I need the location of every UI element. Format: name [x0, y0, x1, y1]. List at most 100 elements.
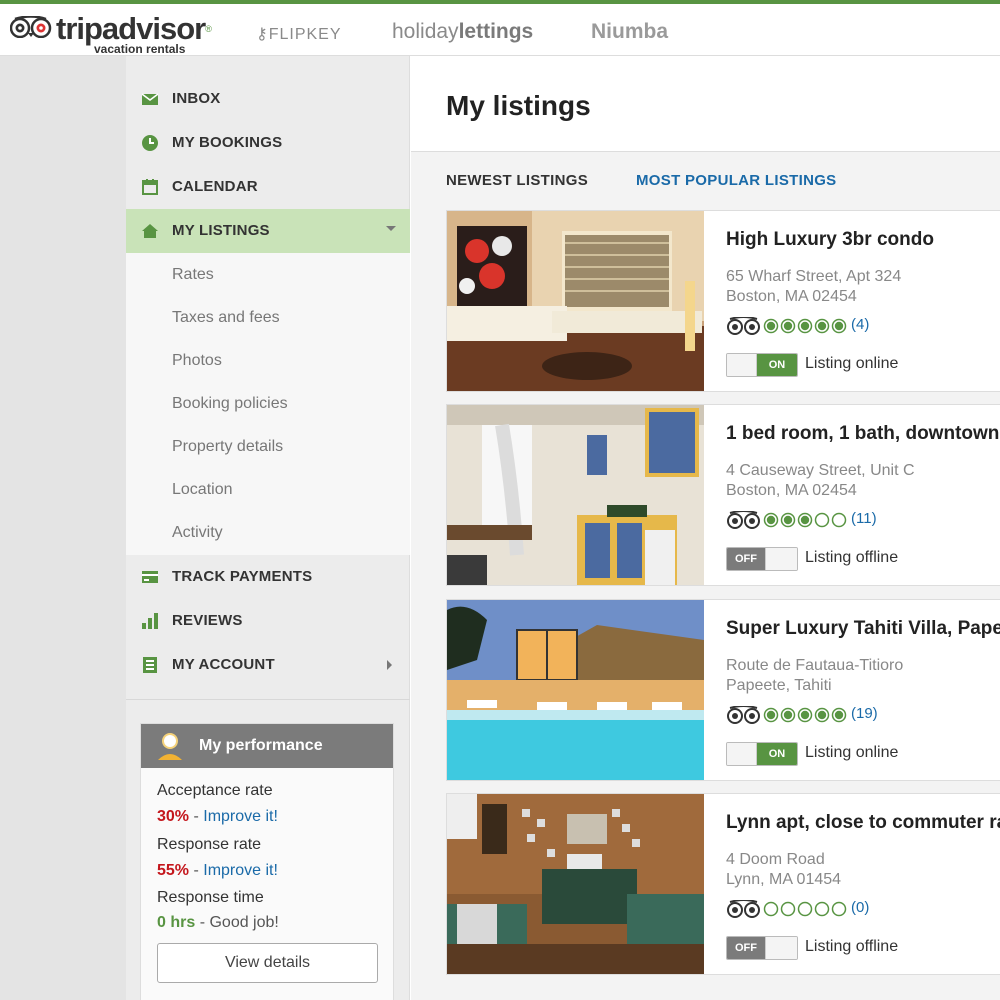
listings-submenu: Rates Taxes and fees Photos Booking poli… — [126, 253, 410, 555]
payment-card-icon — [142, 571, 158, 583]
toggle-knob — [765, 548, 797, 570]
listing-address: Route de Fautaua-Titioro Papeete, Tahiti — [726, 657, 904, 694]
rating-bubble — [831, 512, 847, 528]
toggle-knob — [765, 937, 797, 959]
owl-rating-icon — [727, 511, 760, 529]
sidebar: INBOX MY BOOKINGS CALENDAR MY LISTINGS R… — [126, 56, 410, 1000]
listing-status-toggle[interactable]: ON — [726, 742, 798, 766]
submenu-rates[interactable]: Rates — [172, 266, 214, 284]
submenu-photos[interactable]: Photos — [172, 352, 222, 370]
rating-bubble-fill — [800, 710, 810, 720]
nav-inbox[interactable]: INBOX — [126, 77, 410, 121]
rating-bubble-fill — [800, 515, 810, 525]
tab-newest-listings[interactable]: NEWEST LISTINGS — [446, 172, 588, 189]
submenu-booking-policies[interactable]: Booking policies — [172, 395, 288, 413]
rating-bubble — [763, 901, 779, 917]
owl-logo-icon — [10, 16, 52, 38]
account-list-icon — [143, 657, 157, 673]
brand-tagline: vacation rentals — [94, 42, 186, 56]
rating-bubbles-icon — [763, 512, 847, 528]
listing-title[interactable]: Lynn apt, close to commuter rail — [726, 812, 1000, 834]
acceptance-rate-label: Acceptance rate — [157, 782, 273, 799]
rating-bubble-fill — [834, 710, 844, 720]
owl-rating-icon — [727, 900, 760, 918]
listing-title[interactable]: Super Luxury Tahiti Villa, Papeete — [726, 618, 1000, 640]
review-count-link[interactable]: (11) — [851, 510, 877, 527]
listing-card[interactable]: Super Luxury Tahiti Villa, Papeete Route… — [446, 599, 1000, 781]
response-rate-value: 55% - Improve it! — [157, 862, 278, 879]
toggle-label: ON — [757, 354, 797, 376]
listing-card[interactable]: 1 bed room, 1 bath, downtown 4 Causeway … — [446, 404, 1000, 586]
review-count-link[interactable]: (19) — [851, 705, 878, 722]
home-icon — [142, 224, 158, 238]
tripadvisor-logo[interactable]: tripadvisor® vacation rentals — [10, 10, 212, 56]
submenu-activity[interactable]: Activity — [172, 524, 223, 542]
envelope-icon — [142, 93, 158, 105]
bar-chart-icon — [142, 613, 158, 629]
submenu-taxes-and-fees[interactable]: Taxes and fees — [172, 309, 280, 327]
listing-card[interactable]: Lynn apt, close to commuter rail 4 Doom … — [446, 793, 1000, 975]
key-icon: ⚷ — [256, 26, 269, 43]
nav-my-account[interactable]: MY ACCOUNT — [126, 643, 410, 687]
view-details-button[interactable]: View details — [157, 943, 378, 983]
listing-address: 4 Causeway Street, Unit C Boston, MA 0245… — [726, 462, 915, 499]
performance-panel: My performance Acceptance rate 30% - Imp… — [140, 723, 394, 1000]
review-count-link[interactable]: (4) — [851, 316, 869, 333]
chevron-right-icon — [387, 660, 392, 670]
nav-my-bookings[interactable]: MY BOOKINGS — [126, 121, 410, 165]
niumba-link[interactable]: Niumba — [591, 20, 668, 44]
page-header: My listings — [411, 56, 1000, 152]
rating-bubble-fill — [783, 710, 793, 720]
rating-bubble-fill — [783, 515, 793, 525]
listing-title[interactable]: 1 bed room, 1 bath, downtown — [726, 423, 999, 445]
improve-response-link[interactable]: Improve it! — [203, 862, 278, 879]
owl-rating-icon — [727, 317, 760, 335]
listing-status-toggle[interactable]: OFF — [726, 547, 798, 571]
nav-track-payments[interactable]: TRACK PAYMENTS — [126, 555, 410, 599]
listing-address: 4 Doom Road Lynn, MA 01454 — [726, 851, 842, 888]
clock-icon — [142, 135, 158, 151]
calendar-icon — [142, 179, 158, 195]
listing-status-toggle[interactable]: OFF — [726, 936, 798, 960]
listing-photo[interactable] — [447, 600, 704, 780]
rating-bubble-fill — [766, 321, 776, 331]
listing-photo[interactable] — [447, 405, 704, 585]
rating-bubble-fill — [817, 710, 827, 720]
listing-photo[interactable] — [447, 794, 704, 974]
chevron-down-icon — [386, 226, 396, 231]
listing-status-toggle[interactable]: ON — [726, 353, 798, 377]
response-time-value: 0 hrs - Good job! — [157, 914, 279, 931]
main-content: My listings NEWEST LISTINGS MOST POPULAR… — [411, 56, 1000, 1000]
nav-reviews[interactable]: REVIEWS — [126, 599, 410, 643]
listing-title[interactable]: High Luxury 3br condo — [726, 229, 934, 251]
user-avatar-icon — [158, 733, 182, 760]
holidaylettings-link[interactable]: holidaylettings — [392, 20, 533, 44]
toggle-knob — [727, 743, 757, 765]
response-time-label: Response time — [157, 889, 264, 906]
submenu-property-details[interactable]: Property details — [172, 438, 283, 456]
nav-calendar[interactable]: CALENDAR — [126, 165, 410, 209]
nav-my-listings[interactable]: MY LISTINGS — [126, 209, 410, 253]
review-count-link[interactable]: (0) — [851, 899, 869, 916]
response-rate-label: Response rate — [157, 836, 262, 853]
listing-address: 65 Wharf Street, Apt 324 Boston, MA 02454 — [726, 268, 902, 305]
toggle-label: OFF — [727, 548, 765, 570]
rating-bubble — [797, 901, 813, 917]
submenu-location[interactable]: Location — [172, 481, 233, 499]
improve-acceptance-link[interactable]: Improve it! — [203, 808, 278, 825]
toggle-label: OFF — [727, 937, 765, 959]
flipkey-link[interactable]: ⚷FLIPKEY — [256, 24, 342, 44]
acceptance-rate-value: 30% - Improve it! — [157, 808, 278, 825]
tab-most-popular-listings[interactable]: MOST POPULAR LISTINGS — [636, 172, 836, 189]
listing-card[interactable]: High Luxury 3br condo 65 Wharf Street, A… — [446, 210, 1000, 392]
toggle-knob — [727, 354, 757, 376]
brand-name: tripadvisor® — [56, 11, 212, 46]
left-gutter — [0, 56, 126, 1000]
listing-status-text: Listing online — [805, 744, 899, 761]
listing-photo[interactable] — [447, 211, 704, 391]
rating-bubble — [814, 901, 830, 917]
rating-bubbles-icon — [763, 318, 847, 334]
owl-rating-icon — [727, 706, 760, 724]
rating-bubbles-icon — [763, 901, 847, 917]
page-title: My listings — [446, 90, 591, 121]
